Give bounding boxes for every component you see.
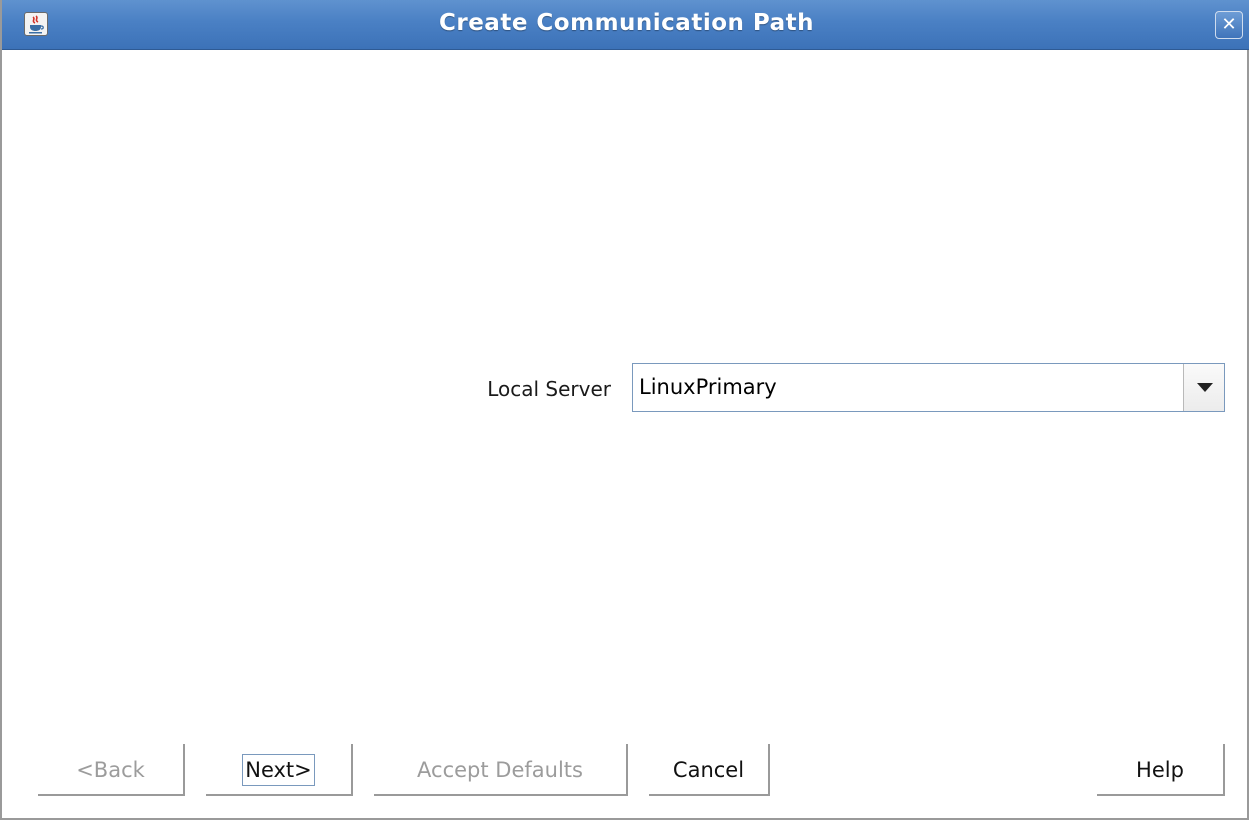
local-server-label: Local Server xyxy=(487,377,611,401)
cancel-button[interactable]: Cancel xyxy=(649,744,770,796)
cancel-button-label: Cancel xyxy=(672,758,745,782)
local-server-combobox[interactable]: LinuxPrimary xyxy=(632,363,1225,412)
dropdown-arrow-button[interactable] xyxy=(1183,364,1224,411)
local-server-row: Local Server LinuxPrimary xyxy=(2,363,1249,413)
local-server-value: LinuxPrimary xyxy=(639,375,777,399)
accept-defaults-button[interactable]: Accept Defaults xyxy=(374,744,628,796)
close-icon: ✕ xyxy=(1221,14,1237,35)
window-title: Create Communication Path xyxy=(438,10,815,36)
back-button[interactable]: <Back xyxy=(38,744,185,796)
close-button[interactable]: ✕ xyxy=(1215,11,1243,39)
back-button-label: <Back xyxy=(76,758,145,782)
next-button[interactable]: Next> xyxy=(206,744,353,796)
chevron-down-icon xyxy=(1197,383,1213,392)
title-bar[interactable]: Create Communication Path ✕ xyxy=(2,0,1249,50)
help-button[interactable]: Help xyxy=(1097,744,1225,796)
help-button-label: Help xyxy=(1136,758,1184,782)
accept-defaults-label: Accept Defaults xyxy=(417,758,583,782)
next-button-label: Next> xyxy=(242,754,315,786)
dialog-window: Create Communication Path ✕ Local Server… xyxy=(0,0,1249,820)
